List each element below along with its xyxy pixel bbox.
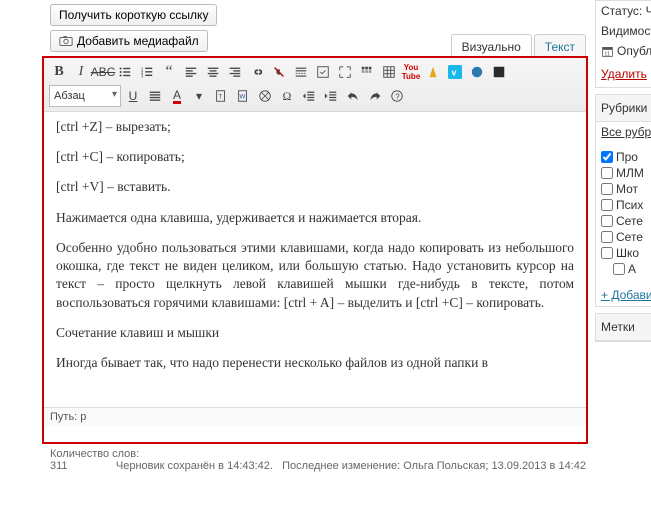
underline-button[interactable]: U: [123, 86, 143, 106]
plugin-blue-icon[interactable]: [467, 62, 487, 82]
vimeo-button[interactable]: v: [445, 62, 465, 82]
category-checkbox[interactable]: [613, 263, 625, 275]
delete-link[interactable]: Удалить: [596, 61, 651, 87]
category-checkbox[interactable]: [601, 183, 613, 195]
status-line: Статус: Че: [596, 1, 651, 21]
camera-icon: [59, 34, 73, 48]
text-color-button[interactable]: A: [167, 86, 187, 106]
rubriki-tab-all[interactable]: Все рубр: [596, 122, 651, 142]
kitchen-sink-button[interactable]: [357, 62, 377, 82]
bold-button[interactable]: B: [49, 62, 69, 82]
shortlink-label: Получить короткую ссылку: [59, 8, 208, 22]
category-label: МЛМ: [616, 166, 644, 180]
category-label: Мот: [616, 182, 638, 196]
tags-heading: Метки: [596, 314, 651, 341]
add-category-link[interactable]: + Добави: [596, 284, 651, 306]
category-item[interactable]: Мот: [601, 182, 646, 196]
editor-footer-info: Количество слов: Черновик сохранён в 14:…: [50, 448, 586, 472]
unlink-button[interactable]: [269, 62, 289, 82]
link-button[interactable]: [247, 62, 267, 82]
content-line: Особенно удобно пользоваться этими клави…: [56, 239, 574, 312]
more-button[interactable]: [291, 62, 311, 82]
content-line: Сочетание клавиш и мышки: [56, 324, 574, 342]
format-select[interactable]: Абзац: [49, 85, 121, 107]
category-label: Сете: [616, 214, 643, 228]
category-label: А: [628, 262, 636, 276]
content-line: [ctrl +V] – вставить.: [56, 178, 574, 196]
last-edit-text: Последнее изменение: Ольга Польская; 13.…: [282, 460, 586, 472]
indent-button[interactable]: [321, 86, 341, 106]
get-shortlink-button[interactable]: Получить короткую ссылку: [50, 4, 217, 26]
editor-toolbar: B I ABC 123 “ YouTube v Абзац U: [44, 58, 586, 112]
content-line: Нажимается одна клавиша, удерживается и …: [56, 209, 574, 227]
add-media-button[interactable]: Добавить медиафайл: [50, 30, 208, 52]
bullet-list-button[interactable]: [115, 62, 135, 82]
category-checkbox[interactable]: [601, 231, 613, 243]
category-checkbox[interactable]: [601, 151, 613, 163]
fullscreen-button[interactable]: [335, 62, 355, 82]
content-line: Иногда бывает так, что надо перенести не…: [56, 354, 574, 372]
blockquote-button[interactable]: “: [159, 62, 179, 82]
category-label: Сете: [616, 230, 643, 244]
svg-text:v: v: [452, 68, 457, 78]
rubriki-heading: Рубрики: [596, 95, 651, 122]
redo-button[interactable]: [365, 86, 385, 106]
editor-container: B I ABC 123 “ YouTube v Абзац U: [42, 56, 588, 444]
content-line: [ctrl +C] – копировать;: [56, 148, 574, 166]
number-list-button[interactable]: 123: [137, 62, 157, 82]
category-item[interactable]: Про: [601, 150, 646, 164]
editor-path: Путь: p: [44, 407, 586, 426]
remove-format-button[interactable]: [255, 86, 275, 106]
help-button[interactable]: ?: [387, 86, 407, 106]
youtube-button[interactable]: YouTube: [401, 62, 421, 82]
align-center-button[interactable]: [203, 62, 223, 82]
svg-text:T: T: [218, 94, 222, 101]
italic-button[interactable]: I: [71, 62, 91, 82]
align-left-button[interactable]: [181, 62, 201, 82]
plugin-dark-icon[interactable]: [489, 62, 509, 82]
word-count-label: Количество слов:: [50, 448, 139, 460]
word-count-value: 311: [50, 460, 68, 472]
category-checkbox[interactable]: [601, 215, 613, 227]
category-item[interactable]: Шко: [601, 246, 646, 260]
undo-button[interactable]: [343, 86, 363, 106]
category-label: Про: [616, 150, 638, 164]
category-checkbox[interactable]: [601, 199, 613, 211]
outdent-button[interactable]: [299, 86, 319, 106]
align-justify-button[interactable]: [145, 86, 165, 106]
paste-word-button[interactable]: W: [233, 86, 253, 106]
spellcheck-button[interactable]: [313, 62, 333, 82]
strikethrough-button[interactable]: ABC: [93, 62, 113, 82]
table-button[interactable]: [379, 62, 399, 82]
category-item[interactable]: МЛМ: [601, 166, 646, 180]
category-item[interactable]: Псих: [601, 198, 646, 212]
category-item[interactable]: Сете: [601, 214, 646, 228]
category-item[interactable]: Сете: [601, 230, 646, 244]
publish-label: Опубл: [617, 44, 651, 58]
rubriki-list: Про МЛМ Мот Псих Сете Сете Шко А: [596, 142, 651, 284]
editor-content[interactable]: [ctrl +Z] – вырезать; [ctrl +C] – копиро…: [44, 112, 586, 407]
paste-text-button[interactable]: T: [211, 86, 231, 106]
color-dropdown-button[interactable]: ▾: [189, 86, 209, 106]
draft-saved-text: Черновик сохранён в 14:43:42.: [116, 460, 273, 472]
category-label: Шко: [616, 246, 639, 260]
align-right-button[interactable]: [225, 62, 245, 82]
svg-text:?: ?: [395, 93, 400, 102]
publish-line: 11 Опубл: [596, 41, 651, 61]
aweber-icon[interactable]: [423, 62, 443, 82]
format-select-label: Абзац: [54, 90, 85, 102]
special-char-button[interactable]: Ω: [277, 86, 297, 106]
category-checkbox[interactable]: [601, 247, 613, 259]
visibility-line: Видимост: [596, 21, 651, 41]
content-line: [ctrl +Z] – вырезать;: [56, 118, 574, 136]
category-label: Псих: [616, 198, 643, 212]
category-item[interactable]: А: [613, 262, 646, 276]
calendar-icon: 11: [601, 45, 614, 58]
svg-text:W: W: [240, 94, 246, 101]
svg-text:3: 3: [141, 73, 144, 78]
sidebar: Статус: Че Видимост 11 Опубл Удалить Руб…: [595, 0, 651, 509]
add-media-label: Добавить медиафайл: [77, 34, 199, 48]
category-checkbox[interactable]: [601, 167, 613, 179]
svg-text:11: 11: [604, 51, 610, 57]
